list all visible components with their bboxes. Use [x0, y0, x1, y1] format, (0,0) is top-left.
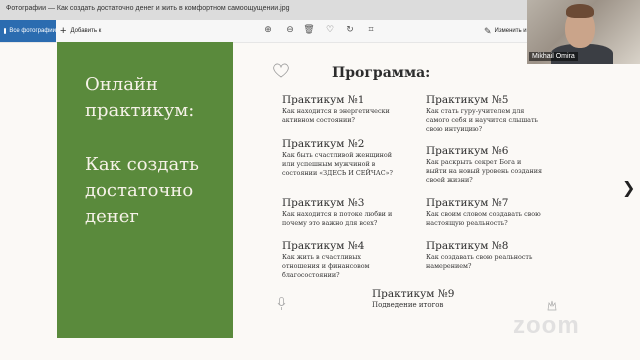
- practicum-8: Практикум №8 Как создавать свою реальнос…: [426, 240, 548, 271]
- practicum-heading: Практикум №8: [426, 240, 509, 252]
- next-image-arrow-icon[interactable]: ❯: [622, 178, 635, 197]
- heart-icon: [273, 63, 289, 78]
- microphone-icon: [277, 297, 286, 310]
- zoom-in-icon[interactable]: ⊕: [263, 25, 273, 35]
- slide-title-panel: Онлайн практикум: Как создать достаточно…: [57, 42, 233, 338]
- participant-name: Mikhail Omira: [529, 52, 578, 61]
- favorite-icon[interactable]: ♡: [325, 25, 335, 35]
- edit-icon: ✎: [484, 25, 492, 36]
- participant-video-tile[interactable]: Mikhail Omira: [527, 0, 640, 64]
- practicum-7: Практикум №7 Как своим словом создавать …: [426, 197, 548, 228]
- edit-create-label: Изменить и с: [494, 28, 532, 34]
- window-title: Фотографии — Как создать достаточно дене…: [6, 5, 290, 12]
- practicum-description: Как быть счастливой женщиной или успешны…: [282, 151, 393, 177]
- practicum-description: Как раскрыть секрет Бога и выйти на новы…: [426, 158, 543, 184]
- practicum-heading: Практикум №2: [282, 138, 365, 150]
- photos-icon: [4, 28, 7, 34]
- practicum-description: Как жить в счастливых отношения и финанс…: [282, 253, 370, 279]
- practicum-heading: Практикум №1: [282, 94, 365, 106]
- plus-icon: +: [60, 24, 67, 37]
- practicum-heading: Практикум №4: [282, 240, 365, 252]
- zoom-watermark: zoom: [513, 312, 580, 339]
- crop-icon[interactable]: ⌗: [366, 25, 376, 35]
- practicum-heading: Практикум №3: [282, 197, 365, 209]
- all-photos-label: Все фотографии: [9, 28, 56, 34]
- practicum-4: Практикум №4 Как жить в счастливых отнош…: [282, 240, 392, 280]
- practicum-1: Практикум №1 Как находится в энергетичес…: [282, 94, 410, 125]
- practicum-3: Практикум №3 Как находится в потоке любв…: [282, 197, 410, 228]
- all-photos-button[interactable]: Все фотографии: [0, 20, 56, 42]
- rotate-icon[interactable]: ↻: [345, 25, 355, 35]
- participant-hair: [566, 4, 594, 18]
- zoom-out-icon[interactable]: ⊖: [285, 25, 295, 35]
- practicum-5: Практикум №5 Как стать гуру-учителем для…: [426, 94, 548, 134]
- practicum-description: Как находится в потоке любви и почему эт…: [282, 210, 393, 227]
- practicum-heading: Практикум №7: [426, 197, 509, 209]
- practicum-description: Как стать гуру-учителем для самого себя …: [426, 107, 538, 133]
- practicum-heading: Практикум №5: [426, 94, 509, 106]
- practicum-heading: Практикум №9: [372, 288, 455, 300]
- add-to-button[interactable]: + Добавить к: [60, 23, 101, 39]
- add-to-label: Добавить к: [70, 28, 102, 34]
- practicum-description: Подведение итогов: [372, 301, 444, 309]
- hands-icon: [547, 300, 557, 311]
- practicum-2: Практикум №2 Как быть счастливой женщино…: [282, 138, 397, 178]
- practicum-9: Практикум №9 Подведение итогов: [372, 288, 492, 310]
- practicum-heading: Практикум №6: [426, 145, 509, 157]
- practicum-description: Как своим словом создавать свою настоящу…: [426, 210, 541, 227]
- practicum-description: Как находится в энергетически активном с…: [282, 107, 390, 124]
- practicum-6: Практикум №6 Как раскрыть секрет Бога и …: [426, 145, 544, 185]
- slide-left-title: Онлайн практикум:: [85, 74, 195, 121]
- edit-create-button[interactable]: ✎ Изменить и с: [484, 23, 531, 39]
- program-title: Программа:: [332, 65, 431, 81]
- slide-left-subtitle: Как создать достаточно денег: [85, 154, 199, 227]
- delete-icon[interactable]: 🗑: [303, 25, 314, 35]
- practicum-description: Как создавать свою реальность намерением…: [426, 253, 533, 270]
